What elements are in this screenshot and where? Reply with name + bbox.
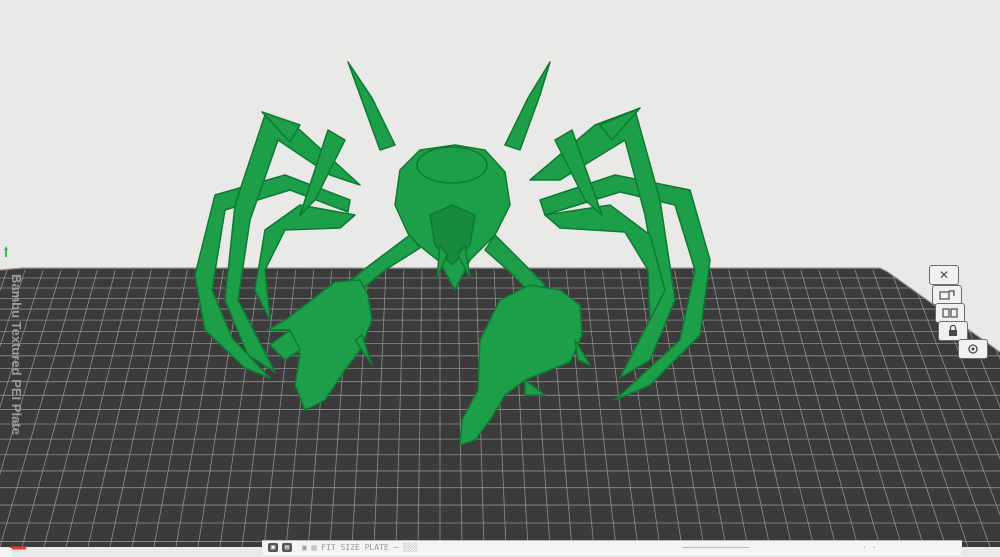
arrange-button[interactable] [935,303,965,323]
view-button-2[interactable]: ▤ [282,543,292,552]
auto-orient-icon [938,289,956,301]
status-left-text: ▣ ▤ FIT SIZE PLATE ─ ░░░ [302,543,418,552]
lock-plate-button[interactable] [938,321,968,341]
plate-settings-button[interactable] [958,339,988,359]
view-button-1[interactable]: ▣ [268,543,278,552]
close-plate-button[interactable]: ✕ [929,265,959,285]
arrange-icon [941,307,959,319]
3d-viewport[interactable]: Bambu Textured PEI Plate [0,0,1000,557]
plate-settings-icon [964,343,982,355]
plate-label: Bambu Textured PEI Plate [9,274,24,435]
lock-plate-icon [944,325,962,337]
auto-orient-button[interactable] [932,285,962,305]
bottom-status-bar: ▣ ▤ ▣ ▤ FIT SIZE PLATE ─ ░░░ ───────────… [262,540,962,555]
close-plate-icon: ✕ [938,268,950,282]
corner-patch [0,548,12,557]
status-right-text: · · [862,543,877,552]
status-middle-text: ────────────── [682,543,750,552]
